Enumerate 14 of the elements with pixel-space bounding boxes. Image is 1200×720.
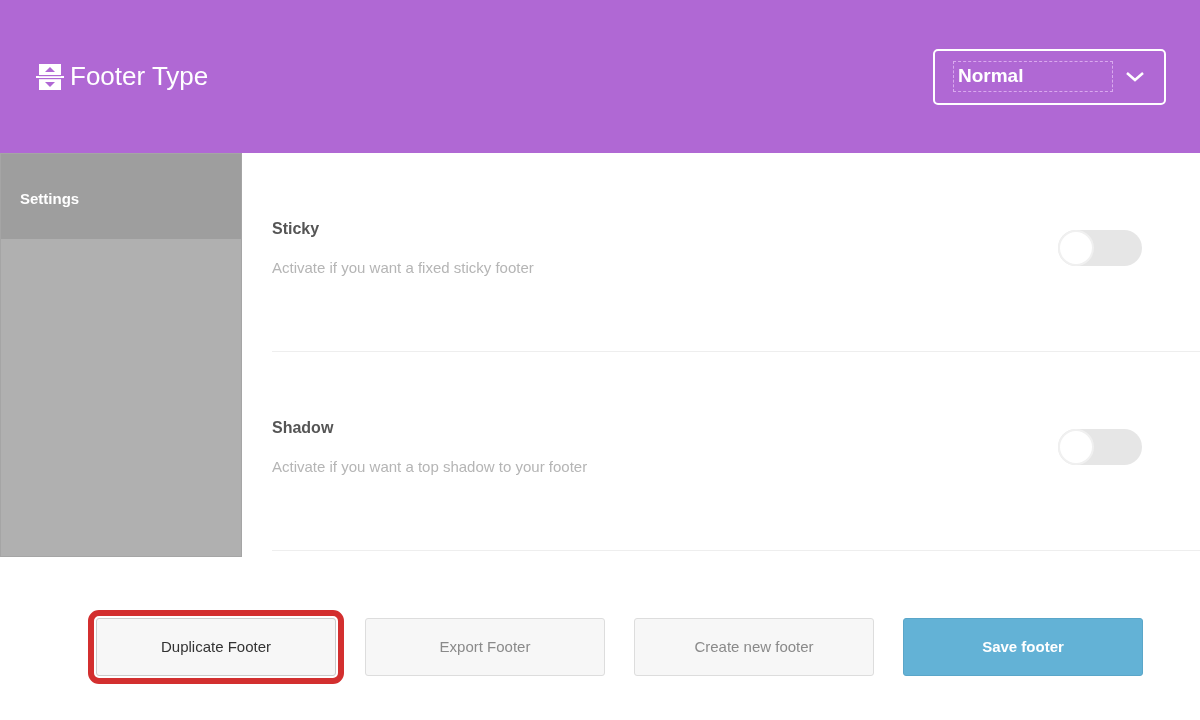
footer-type-icon: [36, 63, 64, 90]
action-button[interactable]: Export Footer: [365, 618, 605, 676]
setting-description: Activate if you want a top shadow to your footer: [272, 456, 588, 477]
header-title: Footer Type: [70, 60, 209, 93]
toggle-switch[interactable]: [1058, 230, 1142, 266]
footer-type-select[interactable]: Normal: [933, 48, 1166, 105]
setting-title: Sticky: [272, 218, 321, 239]
toggle-switch[interactable]: [1058, 429, 1142, 465]
action-button[interactable]: Create new footer: [634, 618, 874, 676]
action-button[interactable]: Save footer: [903, 618, 1143, 676]
setting-title: Shadow: [272, 417, 335, 438]
setting-description: Activate if you want a fixed sticky footer: [272, 257, 534, 278]
sidebar-item[interactable]: Settings: [1, 154, 241, 239]
chevron-down-icon: [1126, 71, 1144, 82]
